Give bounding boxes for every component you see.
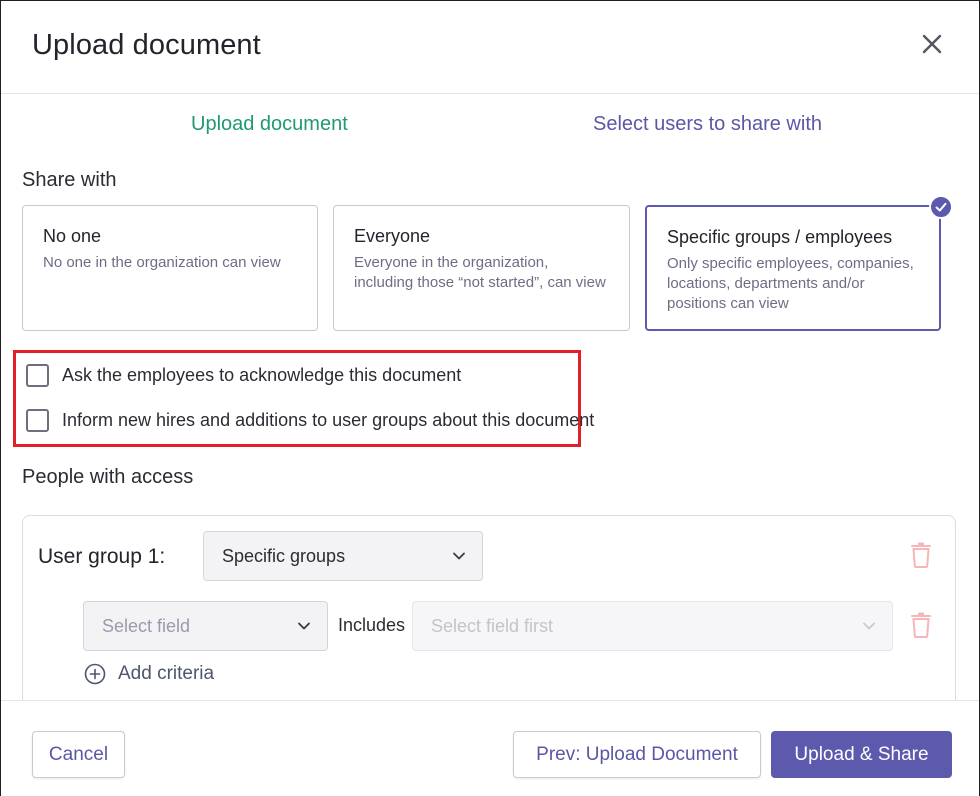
step-upload-document[interactable]: Upload document <box>191 113 348 136</box>
includes-label: Includes <box>338 615 406 635</box>
share-option-title: No one <box>43 226 102 246</box>
share-option-description: Only specific employees, companies, loca… <box>667 255 914 312</box>
select-field-dropdown[interactable]: Select field <box>83 601 328 651</box>
group-type-select[interactable]: Specific groups <box>203 531 483 581</box>
dialog-title: Upload document <box>32 29 261 61</box>
delete-user-group-button[interactable] <box>910 542 932 568</box>
prev-upload-document-button[interactable]: Prev: Upload Document <box>513 731 761 778</box>
criteria-value-dropdown[interactable]: Select field first <box>412 601 893 651</box>
trash-icon <box>911 612 931 638</box>
close-button[interactable] <box>917 29 947 59</box>
share-option-no-one[interactable]: No one No one in the organization can vi… <box>22 205 318 331</box>
chevron-down-icon <box>298 622 310 630</box>
acknowledge-checkbox[interactable] <box>26 364 49 387</box>
share-option-description: Everyone in the organization, including … <box>354 254 606 291</box>
inform-new-hires-checkbox-row[interactable]: Inform new hires and additions to user g… <box>26 409 594 432</box>
add-circle-icon <box>84 663 106 685</box>
share-option-everyone[interactable]: Everyone Everyone in the organization, i… <box>333 205 630 331</box>
acknowledge-checkbox-row[interactable]: Ask the employees to acknowledge this do… <box>26 364 461 387</box>
delete-criteria-button[interactable] <box>910 612 932 638</box>
inform-new-hires-checkbox[interactable] <box>26 409 49 432</box>
inform-new-hires-checkbox-label: Inform new hires and additions to user g… <box>62 410 595 430</box>
select-field-placeholder: Select field <box>102 615 191 636</box>
chevron-down-icon <box>863 622 875 630</box>
share-option-description: No one in the organization can view <box>43 254 281 271</box>
close-icon <box>922 34 942 54</box>
add-criteria-label: Add criteria <box>118 663 215 684</box>
cancel-button[interactable]: Cancel <box>32 731 125 778</box>
step-select-users[interactable]: Select users to share with <box>593 113 822 136</box>
dialog-header: Upload document <box>1 1 979 94</box>
acknowledge-checkbox-label: Ask the employees to acknowledge this do… <box>62 365 462 385</box>
share-option-title: Specific groups / employees <box>667 227 893 247</box>
group-type-value: Specific groups <box>222 545 346 566</box>
people-with-access-label: People with access <box>22 466 194 488</box>
criteria-value-placeholder: Select field first <box>431 615 554 636</box>
share-with-label: Share with <box>22 169 117 191</box>
check-badge-icon <box>929 195 953 219</box>
share-option-title: Everyone <box>354 226 431 246</box>
chevron-down-icon <box>453 552 465 560</box>
user-group-label: User group 1: <box>38 545 166 568</box>
upload-and-share-button[interactable]: Upload & Share <box>771 731 952 778</box>
upload-document-dialog: Upload document Upload document Select u… <box>0 0 980 796</box>
share-option-specific-groups[interactable]: Specific groups / employees Only specifi… <box>645 195 953 331</box>
trash-icon <box>911 542 931 568</box>
add-criteria-button[interactable]: Add criteria <box>84 663 214 685</box>
